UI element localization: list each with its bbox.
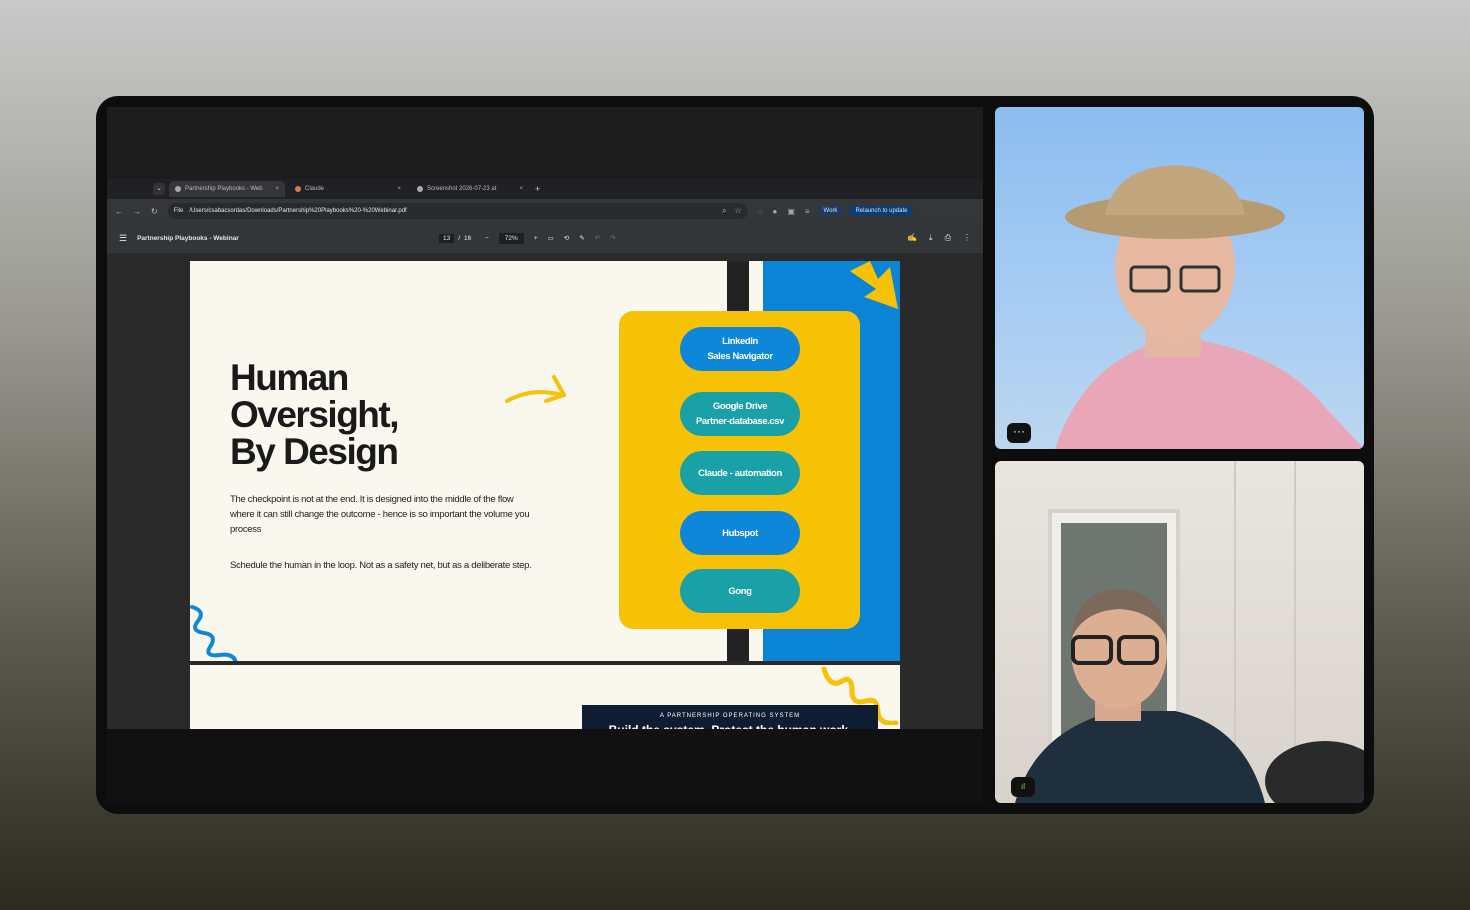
file-scheme-label: File — [173, 208, 184, 214]
extension-icon[interactable]: ◌ — [758, 207, 763, 216]
pill-gong: Gong — [680, 569, 800, 613]
url-tools: ⌕ ☆ — [722, 206, 742, 216]
participant-avatar — [1055, 165, 1364, 449]
url-field[interactable]: File /Users/csabacsordas/Downloads/Partn… — [167, 203, 748, 219]
redo-icon[interactable]: ↷ — [610, 234, 615, 242]
pdf-page-13: Human Oversight, By Design The checkpoin… — [190, 261, 900, 661]
next-slide-kicker: A PARTNERSHIP OPERATING SYSTEM — [659, 713, 801, 719]
browser-tab-bar: ⌄ Partnership Playbooks - Web × Claude ×… — [107, 179, 983, 199]
sign-icon[interactable]: ✍ — [907, 233, 917, 243]
more-options-button[interactable]: ··· — [1007, 423, 1031, 443]
url-path: /Users/csabacsordas/Downloads/Partnershi… — [189, 208, 407, 214]
share-top-margin — [107, 107, 983, 179]
slide-paragraph: Schedule the human in the loop. Not as a… — [230, 560, 532, 571]
page-indicator: 13 / 16 — [439, 233, 472, 243]
pill-line: Hubspot — [722, 527, 758, 539]
zoom-icon[interactable]: ⌕ — [722, 206, 726, 216]
page-separator: / — [458, 234, 461, 242]
annotate-icon[interactable]: ✎ — [579, 234, 584, 242]
relaunch-button[interactable]: Relaunch to update — [849, 206, 914, 216]
slide-heading: Human Oversight, By Design — [230, 359, 490, 470]
globe-icon — [175, 186, 181, 192]
tab-claude[interactable]: Claude × — [289, 181, 407, 197]
zoom-level-input[interactable]: 72% — [498, 232, 524, 244]
pdf-actions: ✍ ⤓ ⎙ ⋮ — [907, 233, 971, 243]
fit-page-icon[interactable]: ▭ — [548, 234, 554, 242]
squiggle-decoration-icon — [190, 605, 238, 661]
forward-button[interactable]: → — [133, 207, 141, 216]
page-total: 16 — [464, 234, 472, 242]
pill-line: Sales Navigator — [707, 351, 773, 362]
share-bottom-margin — [107, 729, 983, 803]
participant-avatar — [1015, 461, 1364, 803]
arrow-decoration-icon — [850, 261, 898, 309]
tab-search-button[interactable]: ⌄ — [153, 183, 165, 195]
participant-video-1[interactable]: ··· — [995, 107, 1364, 449]
pill-claude-automation: Claude - automation — [680, 451, 800, 495]
tab-label: Partnership Playbooks - Web — [185, 186, 263, 192]
new-tab-button[interactable]: + — [535, 184, 540, 194]
extension-icon[interactable]: ● — [772, 207, 777, 216]
profile-button[interactable]: Work — [817, 206, 844, 216]
media-icon[interactable]: ≡ — [805, 207, 810, 216]
page-number-input[interactable]: 13 — [439, 233, 455, 243]
back-button[interactable]: ← — [115, 207, 123, 216]
curved-arrow-icon — [505, 375, 566, 403]
slide-paragraph: The checkpoint is not at the end. It is … — [230, 494, 530, 535]
heading-line: By Design — [230, 431, 399, 472]
pill-linkedin: LinkedIn Sales Navigator — [680, 327, 800, 371]
tab-label: Claude — [305, 186, 325, 192]
print-icon[interactable]: ⎙ — [945, 233, 951, 243]
rotate-icon[interactable]: ⟲ — [564, 234, 569, 242]
zoom-controls: − 72% + ▭ ⟲ ✎ ↶ ↷ — [485, 232, 616, 244]
undo-icon[interactable]: ↶ — [595, 234, 600, 242]
pill-google-drive: Google Drive Partner-database.csv — [680, 392, 800, 436]
reload-button[interactable]: ↻ — [151, 207, 158, 216]
extensions: ◌ ● ▣ ≡ — [758, 207, 810, 216]
tab-screenshot[interactable]: Screenshot 2026-07-23 at × — [411, 181, 529, 197]
pill-line: Gong — [728, 585, 752, 597]
pill-line: Google Drive — [712, 401, 768, 412]
nav-buttons: ← → ↻ — [115, 207, 158, 216]
pill-line: Claude - automation — [698, 467, 782, 479]
pill-line: LinkedIn — [722, 336, 758, 347]
participant-video-2[interactable]: ıl — [995, 461, 1364, 803]
pdf-viewport[interactable]: Human Oversight, By Design The checkpoin… — [107, 253, 983, 735]
close-icon[interactable]: × — [519, 186, 523, 192]
close-icon[interactable]: × — [275, 186, 279, 192]
screen-share: ⌄ Partnership Playbooks - Web × Claude ×… — [107, 107, 983, 803]
globe-icon — [417, 186, 423, 192]
heading-line: Oversight, — [230, 394, 400, 435]
pill-hubspot: Hubspot — [680, 511, 800, 555]
heading-line: Human — [230, 357, 349, 398]
address-bar-row: ← → ↻ File /Users/csabacsordas/Downloads… — [107, 199, 983, 223]
claude-icon — [295, 186, 301, 192]
audio-level-icon[interactable]: ıl — [1011, 777, 1035, 797]
star-icon[interactable]: ☆ — [735, 206, 742, 216]
tab-label: Screenshot 2026-07-23 at — [427, 186, 497, 192]
pdf-toolbar: ☰ Partnership Playbooks - Webinar 13 / 1… — [107, 223, 983, 253]
pdf-title: Partnership Playbooks - Webinar — [137, 234, 239, 242]
close-icon[interactable]: × — [397, 186, 401, 192]
zoom-in-button[interactable]: + — [534, 235, 538, 242]
tab-partnership-playbooks[interactable]: Partnership Playbooks - Web × — [169, 181, 285, 197]
pill-line: Partner-database.csv — [695, 416, 785, 427]
download-icon[interactable]: ⤓ — [929, 233, 933, 243]
pdf-page-14: A PARTNERSHIP OPERATING SYSTEM Build the… — [190, 665, 900, 735]
menu-icon[interactable]: ☰ — [119, 233, 127, 244]
more-options-icon[interactable]: ⋮ — [963, 233, 971, 243]
puzzle-icon[interactable]: ▣ — [787, 207, 795, 216]
zoom-out-button[interactable]: − — [485, 235, 489, 242]
